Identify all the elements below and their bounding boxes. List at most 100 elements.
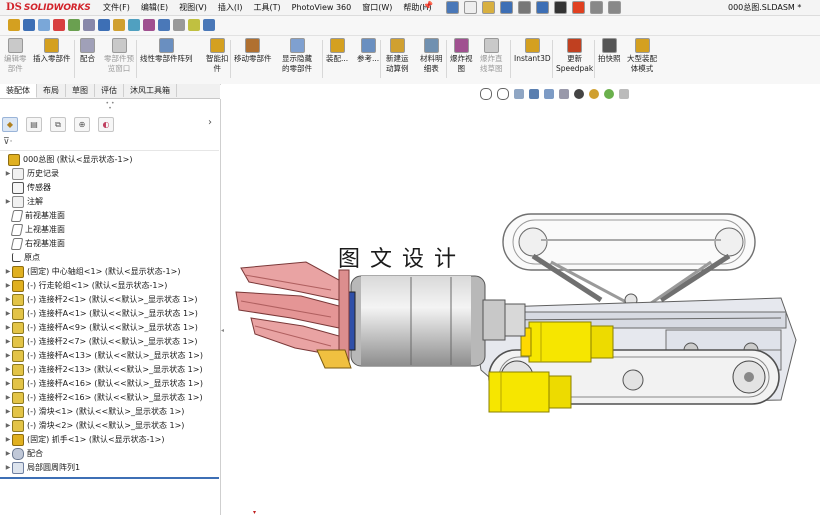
pin-menu-icon[interactable]: 📌 — [423, 1, 433, 10]
filter-icon[interactable]: ⊽· — [3, 137, 12, 147]
dimxpert-tab-icon[interactable]: ⊕ — [74, 117, 90, 132]
hide-show-items-icon[interactable] — [574, 89, 584, 99]
expand-arrow-icon[interactable]: ▶ — [4, 335, 12, 348]
expand-arrow-icon[interactable]: ▶ — [4, 363, 12, 376]
move-component-button[interactable]: 移动零部件 — [234, 38, 272, 64]
open-icon[interactable] — [482, 1, 495, 14]
snapshot-button[interactable]: 拍快照 — [598, 38, 621, 64]
tree-item[interactable]: ▶ 历史记录 — [0, 167, 224, 180]
interference-icon[interactable] — [53, 19, 65, 31]
insert-component-button[interactable]: 插入零部件 — [33, 38, 71, 64]
expand-arrow-icon[interactable]: ▶ — [4, 321, 12, 334]
print-icon[interactable] — [518, 1, 531, 14]
tree-item[interactable]: ▶ (-) 滑块<2> (默认<<默认>_显示状态 1>) — [0, 419, 224, 432]
linear-pattern-button[interactable]: 线性零部件阵列 — [140, 38, 193, 64]
menu-item-0[interactable]: 文件(F) — [103, 1, 130, 14]
expand-arrow-icon[interactable]: ▶ — [4, 419, 12, 432]
camera-view-icon[interactable] — [158, 19, 170, 31]
tree-item[interactable]: ▶ (-) 连接杆A<13> (默认<<默认>_显示状态 1>) — [0, 349, 224, 362]
expand-arrow-icon[interactable]: ▶ — [4, 195, 12, 208]
sensor-icon[interactable] — [173, 19, 185, 31]
expand-arrow-icon[interactable]: ▶ — [4, 167, 12, 180]
explode-line-sketch-button[interactable]: 爆炸直 线草图 — [480, 38, 503, 74]
menu-item-5[interactable]: PhotoView 360 — [292, 1, 352, 14]
appearance-icon[interactable] — [113, 19, 125, 31]
menu-item-2[interactable]: 视图(V) — [179, 1, 207, 14]
robot-assembly-model[interactable] — [221, 200, 820, 425]
select-arrow-icon[interactable] — [554, 1, 567, 14]
property-manager-tab-icon[interactable]: ▤ — [26, 117, 42, 132]
expand-arrow-icon[interactable]: ▶ — [4, 405, 12, 418]
file-properties-icon[interactable] — [590, 1, 603, 14]
realview-icon[interactable] — [128, 19, 140, 31]
tree-item[interactable]: 前视基准面 — [0, 209, 224, 222]
view-settings-icon[interactable] — [619, 89, 629, 99]
home-icon[interactable] — [446, 1, 459, 14]
solidworks-logo[interactable]: DS SOLIDWORKS — [6, 1, 91, 14]
update-speedpak-button[interactable]: 更新 Speedpak — [556, 38, 593, 74]
menu-item-3[interactable]: 插入(I) — [218, 1, 243, 14]
tree-item[interactable]: ▶ (-) 连接杆A<9> (默认<<默认>_显示状态 1>) — [0, 321, 224, 334]
expand-arrow-icon[interactable]: ▶ — [4, 293, 12, 306]
tree-item[interactable]: 传感器 — [0, 181, 224, 194]
edit-component-button[interactable]: 编辑零 部件 — [4, 38, 27, 74]
tree-item[interactable]: ▶ (-) 行走轮组<1> (默认<显示状态-1>) — [0, 279, 224, 292]
hole-icon[interactable] — [83, 19, 95, 31]
new-document-icon[interactable] — [464, 1, 477, 14]
expand-arrow-icon[interactable]: ▶ — [4, 279, 12, 292]
assembly-icon[interactable] — [8, 19, 20, 31]
rollback-bar[interactable] — [0, 477, 219, 479]
tree-item[interactable]: 右视基准面 — [0, 237, 224, 250]
save-icon[interactable] — [500, 1, 513, 14]
expand-arrow-icon[interactable]: ▶ — [4, 461, 12, 474]
panel-splitter-handle[interactable]: ◂ — [221, 327, 224, 335]
bill-of-materials-button[interactable]: 材料明 细表 — [420, 38, 443, 74]
gripper-jaws[interactable] — [235, 261, 352, 369]
tab-3[interactable]: 评估 — [95, 84, 124, 97]
mate-button[interactable]: 配合 — [80, 38, 95, 64]
rebuild-icon[interactable] — [572, 1, 585, 14]
reference-geometry-button[interactable]: 参考... — [357, 38, 379, 64]
menu-item-1[interactable]: 编辑(E) — [141, 1, 168, 14]
instant3d-button[interactable]: Instant3D — [514, 38, 551, 64]
display-style-icon[interactable] — [559, 89, 569, 99]
expand-arrow-icon[interactable]: ▶ — [4, 349, 12, 362]
section-view-icon[interactable] — [529, 89, 539, 99]
view-orientation-icon[interactable] — [544, 89, 554, 99]
tree-item[interactable]: ▶ (-) 滑块<1> (默认<<默认>_显示状态 1>) — [0, 405, 224, 418]
new-part-icon[interactable] — [23, 19, 35, 31]
feature-tree-tab-icon[interactable]: ◆ — [2, 117, 18, 132]
tree-item[interactable]: ▶ (-) 连接杆2<7> (默认<<默认>_显示状态 1>) — [0, 335, 224, 348]
large-assembly-mode-button[interactable]: 大型装配 体模式 — [627, 38, 657, 74]
expand-arrow-icon[interactable]: ▶ — [4, 377, 12, 390]
tree-item[interactable]: ▶ (-) 连接杆A<1> (默认<<默认>_显示状态 1>) — [0, 307, 224, 320]
expand-arrow-icon[interactable]: ▶ — [4, 433, 12, 446]
drive-motor-lower[interactable] — [488, 371, 572, 413]
expand-arrow-icon[interactable]: ▶ — [4, 307, 12, 320]
options-gear-icon[interactable] — [608, 1, 621, 14]
tree-item[interactable]: ▶ (固定) 抓手<1> (默认<显示状态-1>) — [0, 433, 224, 446]
smart-fastener-button[interactable]: 智能扣件 — [206, 38, 229, 74]
tree-item[interactable]: ▶ 注解 — [0, 195, 224, 208]
menu-item-6[interactable]: 窗口(W) — [362, 1, 392, 14]
tab-0[interactable]: 装配体 — [0, 84, 37, 98]
edit-appearance-icon[interactable] — [589, 89, 599, 99]
configuration-manager-tab-icon[interactable]: ⧉ — [50, 117, 66, 132]
component-preview-button[interactable]: 零部件预 览窗口 — [104, 38, 134, 74]
previous-view-icon[interactable] — [514, 89, 524, 99]
check-icon[interactable] — [68, 19, 80, 31]
assembly-feature-button[interactable]: 装配... — [326, 38, 348, 64]
zoom-area-icon[interactable] — [497, 88, 509, 100]
component-icon[interactable] — [38, 19, 50, 31]
expand-arrow-icon[interactable]: ▶ — [4, 447, 12, 460]
exploded-view-button[interactable]: 爆炸视图 — [450, 38, 473, 74]
drive-motor-upper[interactable] — [520, 321, 614, 363]
material-icon[interactable] — [143, 19, 155, 31]
tree-item[interactable]: ▶ (-) 连接杆2<16> (默认<<默认>_显示状态 1>) — [0, 391, 224, 404]
light-icon[interactable] — [188, 19, 200, 31]
scene-icon[interactable] — [203, 19, 215, 31]
apply-scene-icon[interactable] — [604, 89, 614, 99]
chevron-right-icon[interactable]: › — [208, 117, 212, 128]
new-motion-study-button[interactable]: 新建运 动算例 — [386, 38, 409, 74]
display-manager-tab-icon[interactable]: ◐ — [98, 117, 114, 132]
